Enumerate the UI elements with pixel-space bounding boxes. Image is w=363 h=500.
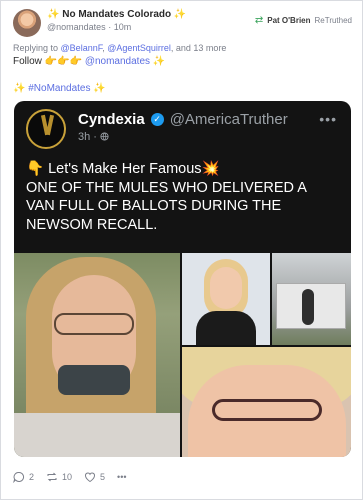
retruth-icon: ⇄ [254, 15, 264, 26]
follow-text: Follow [13, 56, 42, 67]
embed-text-line: VAN FULL OF BALLOTS DURING THE [26, 198, 282, 214]
embed-name: Cyndexia [78, 111, 145, 128]
embed-time: 3h · [78, 131, 109, 143]
sparkle-emoji: ✨ [152, 56, 166, 67]
verified-icon: ✓ [150, 113, 164, 126]
reply-button[interactable]: 2 [13, 471, 34, 483]
more-options-button[interactable]: ••• [117, 472, 126, 482]
embed-text-line: ONE OF THE MULES WHO DELIVERED A [26, 179, 307, 196]
avatar[interactable] [13, 9, 41, 37]
embed-text-line: 👇 Let's Make Her Famous💥 [26, 161, 220, 177]
embed-time-text: 3h · [78, 131, 101, 143]
post-time[interactable]: 10m [114, 22, 132, 32]
reply-count: 2 [29, 472, 35, 482]
photo-woman-portrait [182, 253, 270, 345]
replying-prefix: Replying to [13, 43, 59, 53]
embed-text-line: NEWSOM RECALL. [26, 216, 158, 233]
separator: · [108, 22, 112, 32]
retruth-indicator: ⇄ Pat O'Brien ReTruthed [255, 15, 352, 26]
retruthed-by[interactable]: Pat O'Brien [267, 16, 310, 25]
embed-text: 👇 Let's Make Her Famous💥 ONE OF THE MULE… [26, 160, 344, 234]
post-text: Follow 👉👉👉 @nomandates ✨ [13, 56, 165, 67]
embed-handle: @AmericaTruther [169, 111, 288, 128]
retruth-icon [47, 472, 57, 482]
photo-woman-closeup [182, 347, 351, 457]
globe-icon [100, 132, 109, 141]
like-count: 5 [100, 472, 106, 482]
handle[interactable]: @nomandates [47, 22, 106, 32]
handle-line: @nomandates · 10m [47, 22, 131, 32]
hashtag-link[interactable]: ✨ #NoMandates ✨ [13, 83, 106, 94]
more-icon: ••• [117, 472, 127, 482]
display-name[interactable]: ✨ No Mandates Colorado ✨ [47, 9, 186, 20]
retruth-count: 10 [62, 472, 73, 482]
replying-to: Replying to @BelannF, @AgentSquirrel, an… [13, 43, 227, 53]
photo-woman-mask [14, 253, 180, 457]
retruthed-label: ReTruthed [314, 16, 353, 25]
embed-avatar [26, 109, 66, 149]
like-button[interactable]: 5 [84, 471, 105, 483]
embed-more-icon: ••• [319, 111, 337, 127]
mention-link[interactable]: @BelannF [61, 43, 103, 53]
post-card: ✨ No Mandates Colorado ✨ @nomandates · 1… [0, 0, 363, 500]
heart-icon [85, 472, 96, 483]
mention-link[interactable]: @AgentSquirrel [107, 43, 171, 53]
replying-more[interactable]: , and 13 more [171, 43, 227, 53]
post-actions: 2 10 5 ••• [13, 471, 127, 483]
photo-van-unloading [272, 253, 351, 345]
pointing-emojis: 👉👉👉 [44, 56, 83, 67]
embed-header: Cyndexia ✓ @AmericaTruther [78, 111, 288, 128]
reply-icon [13, 471, 25, 483]
retruth-button[interactable]: 10 [46, 471, 72, 483]
embedded-screenshot[interactable]: Cyndexia ✓ @AmericaTruther ••• 3h · 👇 Le… [14, 101, 351, 457]
mention-link[interactable]: @nomandates [85, 56, 150, 67]
